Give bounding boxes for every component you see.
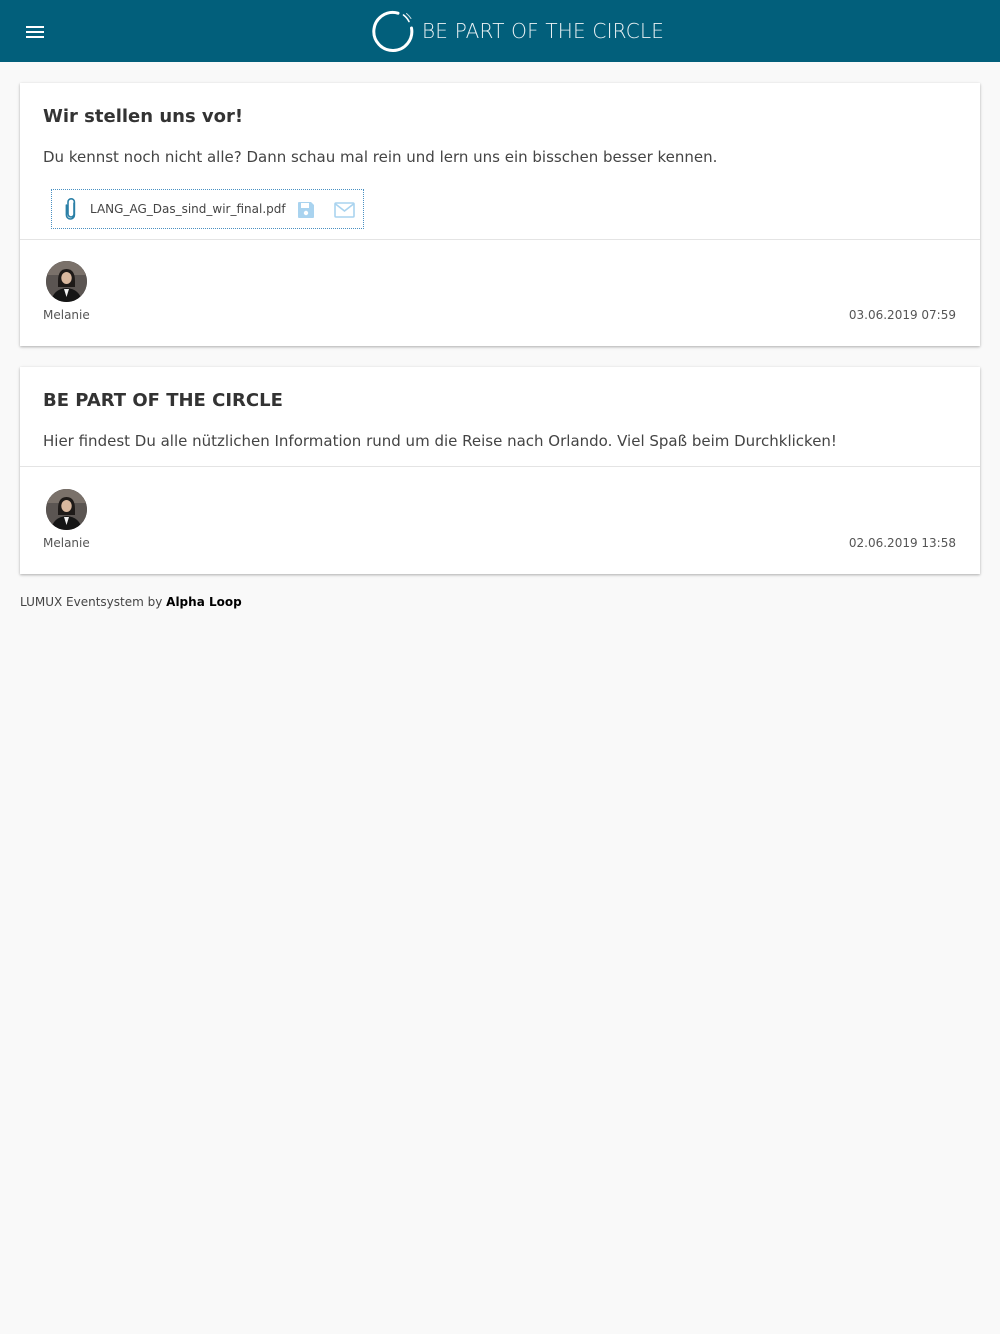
top-app-bar: BE PART OF THE CIRCLE (0, 0, 1000, 62)
post-card: Wir stellen uns vor! Du kennst noch nich… (20, 83, 980, 346)
paperclip-icon (65, 198, 76, 220)
author-name: Melanie (43, 536, 90, 550)
post-title: BE PART OF THE CIRCLE (43, 390, 283, 411)
post-timestamp: 02.06.2019 13:58 (848, 536, 956, 550)
circle-logo-icon (372, 11, 414, 52)
footer-text: LUMUX Eventsystem by (20, 595, 167, 609)
brand[interactable]: BE PART OF THE CIRCLE (370, 8, 664, 54)
card-divider (20, 466, 980, 467)
card-divider (20, 239, 980, 240)
alpha-loop-link[interactable]: Alpha Loop (166, 595, 242, 609)
avatar[interactable] (46, 489, 87, 530)
post-body: Du kennst noch nicht alle? Dann schau ma… (43, 148, 718, 166)
post-body: Hier findest Du alle nützlichen Informat… (43, 432, 837, 450)
brand-title: BE PART OF THE CIRCLE (422, 19, 665, 43)
post-timestamp: 03.06.2019 07:59 (848, 308, 956, 322)
avatar[interactable] (46, 261, 87, 302)
save-icon[interactable] (297, 201, 315, 219)
footer: LUMUX Eventsystem by Alpha Loop (20, 595, 242, 609)
attachment-filename[interactable]: LANG_AG_Das_sind_wir_final.pdf (90, 202, 286, 216)
post-card: BE PART OF THE CIRCLE Hier findest Du al… (20, 367, 980, 574)
hamburger-menu-icon[interactable] (22, 19, 48, 45)
author-name: Melanie (43, 308, 90, 322)
post-title: Wir stellen uns vor! (43, 106, 244, 127)
attachment-item[interactable]: LANG_AG_Das_sind_wir_final.pdf (51, 189, 364, 229)
mail-icon[interactable] (334, 202, 355, 218)
